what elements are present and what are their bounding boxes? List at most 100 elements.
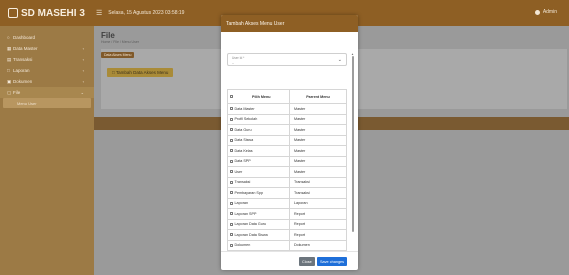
sidebar-item-dokumen[interactable]: ▣ Dokumen ‹ [0, 76, 94, 87]
chevron-down-icon: ⌄ [80, 90, 84, 95]
menu-name-cell: User [233, 166, 290, 178]
parent-menu-cell: Master [289, 134, 347, 146]
add-access-button[interactable]: □ Tambah Data Akses Menu [107, 68, 174, 77]
user-name: Admin [542, 9, 557, 15]
sidebar-item-data-master[interactable]: ▦ Data Master ‹ [0, 43, 94, 54]
menu-checkbox[interactable] [230, 117, 234, 121]
parent-menu-cell: Master [289, 113, 347, 125]
menu-checkbox[interactable] [230, 233, 234, 237]
parent-menu-cell: Master [289, 155, 347, 167]
parent-menu-cell: Transaksi [289, 176, 347, 188]
menu-name-cell: Transaksi [233, 176, 290, 188]
menu-checkbox[interactable] [230, 212, 234, 216]
brand[interactable]: SD MASEHI 3 [0, 0, 94, 26]
table-row: Laporan SPP Report [227, 208, 347, 220]
table-row: Data Kelas Master [227, 145, 347, 157]
page-title: File [101, 31, 115, 40]
menu-name-cell: Data Guru [233, 124, 290, 136]
sidebar-item-label: Laporan [13, 68, 30, 73]
menu-name-cell: Data Kelas [233, 145, 290, 157]
menu-checkbox[interactable] [230, 149, 234, 153]
menu-checkbox[interactable] [230, 128, 234, 132]
chevron-icon: ‹ [82, 57, 84, 62]
table-row: Profil Sekolah Master [227, 113, 347, 125]
modal-footer: Close Save changes [221, 251, 358, 270]
sidebar: ○ Dashboard ▦ Data Master ‹ ▤ Transaksi … [0, 26, 94, 275]
menu-checkbox[interactable] [230, 107, 234, 111]
table-row: Pembayaran Spp Transaksi [227, 187, 347, 199]
table-row: Laporan Laporan [227, 197, 347, 209]
sidebar-item-laporan[interactable]: □ Laporan ‹ [0, 65, 94, 76]
sidebar-item-dashboard[interactable]: ○ Dashboard [0, 32, 94, 43]
sidebar-item-transaksi[interactable]: ▤ Transaksi ‹ [0, 54, 94, 65]
sidebar-item-label: Transaksi [13, 57, 33, 62]
menu-name-cell: Data SPP [233, 155, 290, 167]
menu-name-cell: Laporan [233, 197, 290, 209]
parent-menu-cell: Master [289, 166, 347, 178]
card-title-badge: Data Akses Menu [101, 52, 135, 58]
menu-name-cell: Profil Sekolah [233, 113, 290, 125]
user-menu[interactable]: Admin [534, 9, 557, 15]
table-header-row: Pilih Menu Parrent Menu [227, 89, 347, 104]
sidebar-item-label: Data Master [13, 46, 38, 51]
modal-scrollbar[interactable]: ▲ ▼ [351, 52, 355, 251]
table-row: Laporan Data Guru Report [227, 218, 347, 230]
chevron-down-icon: ⌄ [337, 57, 342, 63]
menu-name-cell: Laporan Data Siswa [233, 229, 290, 241]
parent-menu-cell: Dokumen [289, 239, 347, 251]
current-datetime: Selasa, 15 Agustus 2023 03:58:19 [108, 10, 185, 16]
table-row: User Master [227, 166, 347, 178]
plus-icon: □ [112, 70, 115, 75]
table-row: Data Master Master [227, 103, 347, 115]
chevron-icon: ‹ [82, 68, 84, 73]
parent-menu-cell: Master [289, 145, 347, 157]
menu-access-table: Pilih Menu Parrent Menu Data Master Maste… [227, 89, 347, 251]
menu-checkbox[interactable] [230, 159, 234, 163]
menu-name-cell: Dokumen [233, 239, 290, 251]
modal-header: Tambah Akses Menu User [221, 15, 358, 32]
parent-menu-cell: Laporan [289, 197, 347, 209]
menu-checkbox[interactable] [230, 222, 234, 226]
user-id-value: -- [232, 61, 235, 65]
table-row: Data SPP Master [227, 155, 347, 167]
parent-menu-cell: Report [289, 218, 347, 230]
menu-name-cell: Laporan SPP [233, 208, 290, 220]
menu-name-cell: Data Master [233, 103, 290, 115]
menu-name-cell: Laporan Data Guru [233, 218, 290, 230]
close-button[interactable]: Close [299, 257, 315, 266]
sidebar-subitem-menu-user[interactable]: Menu User [3, 98, 91, 108]
parent-menu-cell: Master [289, 124, 347, 136]
table-row: Laporan Data Siswa Report [227, 229, 347, 241]
sidebar-item-label: Dokumen [13, 79, 33, 84]
parent-menu-cell: Report [289, 208, 347, 220]
parent-menu-cell: Transaksi [289, 187, 347, 199]
user-avatar-icon [534, 9, 540, 15]
save-changes-button[interactable]: Save changes [317, 257, 348, 266]
table-row: Transaksi Transaksi [227, 176, 347, 188]
menu-toggle-icon[interactable]: ☰ [96, 9, 102, 17]
modal-title: Tambah Akses Menu User [226, 20, 285, 27]
sidebar-item-file[interactable]: ▢ File ⌄ [0, 87, 94, 98]
modal-body: User Id * -- ⌄ Pilih Menu Parrent Menu D… [221, 32, 358, 251]
select-all-checkbox[interactable] [230, 94, 234, 99]
menu-checkbox[interactable] [230, 201, 234, 205]
sidebar-item-label: File [13, 90, 21, 95]
menu-checkbox[interactable] [230, 138, 234, 142]
menu-checkbox[interactable] [230, 191, 234, 195]
column-header-parent: Parrent Menu [289, 89, 347, 104]
chevron-icon: ‹ [82, 79, 84, 84]
parent-menu-cell: Report [289, 229, 347, 241]
user-id-select[interactable]: User Id * -- ⌄ [227, 53, 347, 66]
brand-name: SD MASEHI 3 [21, 7, 85, 19]
menu-checkbox[interactable] [230, 243, 234, 247]
user-id-label: User Id * [232, 56, 245, 60]
menu-checkbox[interactable] [230, 170, 234, 174]
menu-checkbox[interactable] [230, 180, 234, 184]
table-row: Dokumen Dokumen [227, 239, 347, 251]
table-row: Data Siswa Master [227, 134, 347, 146]
scrollbar-thumb[interactable] [352, 56, 354, 232]
sidebar-item-label: Dashboard [13, 35, 36, 40]
school-logo-icon [8, 8, 18, 18]
menu-name-cell: Data Siswa [233, 134, 290, 146]
menu-name-cell: Pembayaran Spp [233, 187, 290, 199]
